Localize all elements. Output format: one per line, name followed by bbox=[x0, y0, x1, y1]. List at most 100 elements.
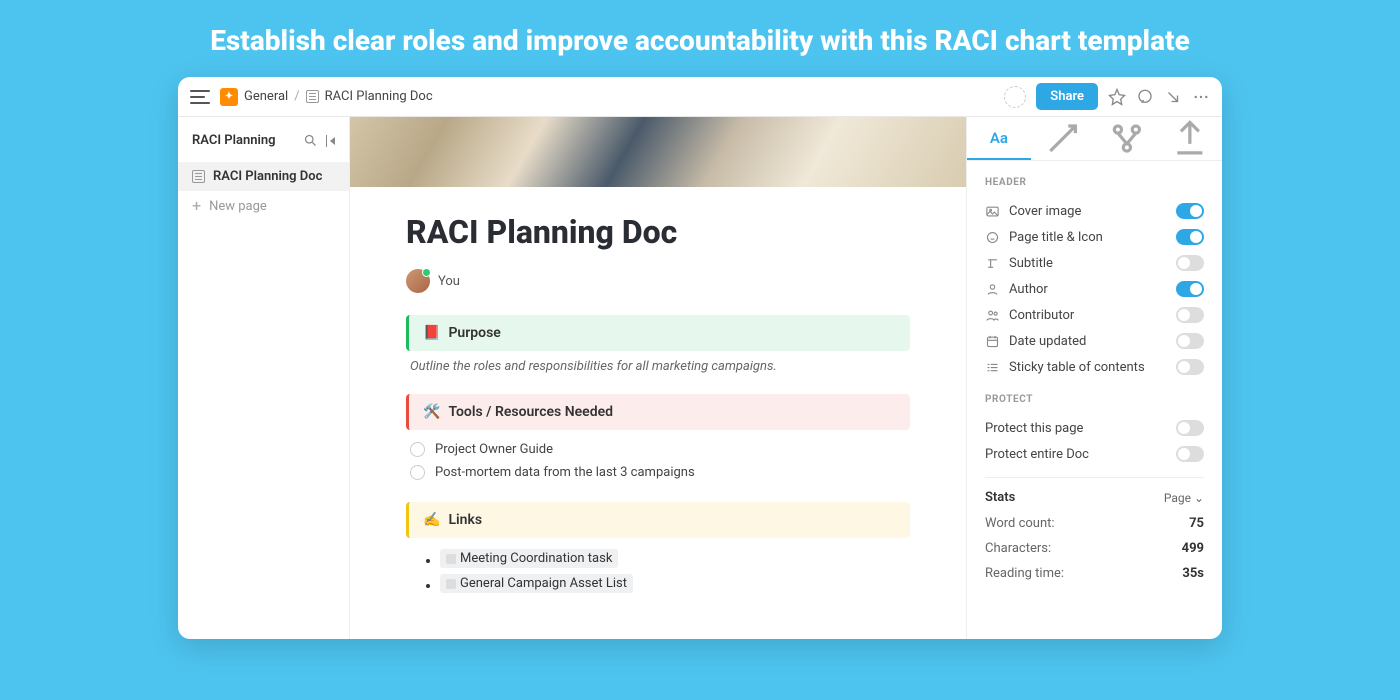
link-chip[interactable]: Meeting Coordination task bbox=[440, 549, 618, 568]
breadcrumb-doc[interactable]: RACI Planning Doc bbox=[325, 89, 433, 104]
breadcrumb: ✦ General / RACI Planning Doc bbox=[220, 88, 433, 106]
option-cover-image: Cover image bbox=[985, 198, 1204, 224]
toggle-date-updated[interactable] bbox=[1176, 333, 1204, 349]
more-icon[interactable] bbox=[1192, 88, 1210, 106]
toggle-contributor[interactable] bbox=[1176, 307, 1204, 323]
toggle-cover-image[interactable] bbox=[1176, 203, 1204, 219]
star-icon[interactable] bbox=[1108, 88, 1126, 106]
link-item[interactable]: General Campaign Asset List bbox=[440, 571, 910, 596]
page-title[interactable]: RACI Planning Doc bbox=[406, 213, 910, 251]
purpose-block[interactable]: 📕 Purpose bbox=[406, 315, 910, 351]
plus-icon: + bbox=[192, 198, 201, 214]
breadcrumb-workspace[interactable]: General bbox=[244, 89, 288, 104]
sidebar-title: RACI Planning bbox=[192, 133, 295, 148]
toggle-protect-doc[interactable] bbox=[1176, 446, 1204, 462]
right-panel: Aa HEADER Cover image Page title & Icon bbox=[966, 117, 1222, 639]
option-page-title: Page title & Icon bbox=[985, 224, 1204, 250]
checkbox-icon[interactable] bbox=[410, 442, 425, 457]
comment-icon[interactable] bbox=[1136, 88, 1154, 106]
stat-value: 499 bbox=[1182, 541, 1204, 556]
option-label: Sticky table of contents bbox=[1009, 360, 1167, 375]
tools-heading: Tools / Resources Needed bbox=[448, 404, 613, 420]
sidebar-item-label: RACI Planning Doc bbox=[213, 169, 322, 184]
sidebar: RACI Planning RACI Planning Doc + New pa… bbox=[178, 117, 350, 639]
breadcrumb-separator: / bbox=[294, 89, 299, 104]
toggle-author[interactable] bbox=[1176, 281, 1204, 297]
cover-image[interactable] bbox=[350, 117, 966, 187]
menu-icon[interactable] bbox=[190, 90, 210, 104]
tools-icon: 🛠️ bbox=[423, 404, 440, 420]
right-panel-tabs: Aa bbox=[967, 117, 1222, 161]
image-icon bbox=[985, 204, 1000, 219]
option-label: Author bbox=[1009, 282, 1167, 297]
option-label: Subtitle bbox=[1009, 256, 1167, 271]
sidebar-item-raci-doc[interactable]: RACI Planning Doc bbox=[178, 162, 349, 191]
toggle-subtitle[interactable] bbox=[1176, 255, 1204, 271]
section-protect: PROTECT bbox=[985, 394, 1204, 405]
purpose-description[interactable]: Outline the roles and responsibilities f… bbox=[410, 359, 910, 374]
app-window: ✦ General / RACI Planning Doc Share RACI… bbox=[178, 77, 1222, 639]
workspace-badge-icon: ✦ bbox=[220, 88, 238, 106]
book-icon: 📕 bbox=[423, 325, 440, 341]
option-label: Protect this page bbox=[985, 421, 1167, 436]
checklist-item[interactable]: Project Owner Guide bbox=[406, 438, 910, 461]
option-subtitle: Subtitle bbox=[985, 250, 1204, 276]
stat-reading-time: Reading time: 35s bbox=[985, 561, 1204, 586]
stat-key: Reading time: bbox=[985, 566, 1064, 581]
stats-title: Stats bbox=[985, 490, 1015, 505]
section-header: HEADER bbox=[985, 177, 1204, 188]
avatar[interactable] bbox=[406, 269, 430, 293]
stat-word-count: Word count: 75 bbox=[985, 511, 1204, 536]
option-label: Date updated bbox=[1009, 334, 1167, 349]
option-protect-page: Protect this page bbox=[985, 415, 1204, 441]
link-chip[interactable]: General Campaign Asset List bbox=[440, 574, 633, 593]
tab-text-style[interactable]: Aa bbox=[967, 117, 1031, 160]
stats-header: Stats Page ⌄ bbox=[985, 477, 1204, 511]
author-row: You bbox=[406, 269, 910, 293]
stat-value: 75 bbox=[1189, 516, 1204, 531]
hero-title: Establish clear roles and improve accoun… bbox=[0, 0, 1400, 77]
import-icon[interactable] bbox=[1164, 88, 1182, 106]
links-block[interactable]: ✍️ Links bbox=[406, 502, 910, 538]
option-label: Contributor bbox=[1009, 308, 1167, 323]
toggle-sticky-toc[interactable] bbox=[1176, 359, 1204, 375]
checklist-label: Post-mortem data from the last 3 campaig… bbox=[435, 465, 695, 480]
stat-characters: Characters: 499 bbox=[985, 536, 1204, 561]
toggle-protect-page[interactable] bbox=[1176, 420, 1204, 436]
tab-magic[interactable] bbox=[1031, 117, 1095, 160]
sidebar-item-label: New page bbox=[209, 199, 267, 214]
stat-value: 35s bbox=[1182, 566, 1204, 581]
option-label: Protect entire Doc bbox=[985, 447, 1167, 462]
author-name: You bbox=[438, 274, 460, 289]
stat-key: Characters: bbox=[985, 541, 1051, 556]
writing-icon: ✍️ bbox=[423, 512, 440, 528]
sidebar-new-page[interactable]: + New page bbox=[178, 191, 349, 221]
option-label: Page title & Icon bbox=[1009, 230, 1167, 245]
doc-icon bbox=[306, 90, 319, 103]
tab-export[interactable] bbox=[1158, 117, 1222, 160]
calendar-icon bbox=[985, 334, 1000, 349]
top-bar: ✦ General / RACI Planning Doc Share bbox=[178, 77, 1222, 117]
assignee-placeholder-icon[interactable] bbox=[1004, 86, 1026, 108]
tab-relations[interactable] bbox=[1095, 117, 1159, 160]
smile-icon bbox=[985, 230, 1000, 245]
checkbox-icon[interactable] bbox=[410, 465, 425, 480]
search-icon[interactable] bbox=[303, 133, 318, 148]
toggle-page-title[interactable] bbox=[1176, 229, 1204, 245]
tools-block[interactable]: 🛠️ Tools / Resources Needed bbox=[406, 394, 910, 430]
collapse-sidebar-icon[interactable] bbox=[326, 135, 336, 147]
checklist-item[interactable]: Post-mortem data from the last 3 campaig… bbox=[406, 461, 910, 484]
share-button[interactable]: Share bbox=[1036, 83, 1098, 110]
link-item[interactable]: Meeting Coordination task bbox=[440, 546, 910, 571]
stats-scope-selector[interactable]: Page ⌄ bbox=[1164, 491, 1204, 505]
option-label: Cover image bbox=[1009, 204, 1167, 219]
links-heading: Links bbox=[448, 512, 482, 528]
option-sticky-toc: Sticky table of contents bbox=[985, 354, 1204, 380]
list-icon bbox=[985, 360, 1000, 375]
option-protect-doc: Protect entire Doc bbox=[985, 441, 1204, 467]
main-content: RACI Planning Doc You 📕 Purpose Outline … bbox=[350, 117, 966, 639]
purpose-heading: Purpose bbox=[448, 325, 500, 341]
option-author: Author bbox=[985, 276, 1204, 302]
checklist-label: Project Owner Guide bbox=[435, 442, 553, 457]
person-icon bbox=[985, 282, 1000, 297]
